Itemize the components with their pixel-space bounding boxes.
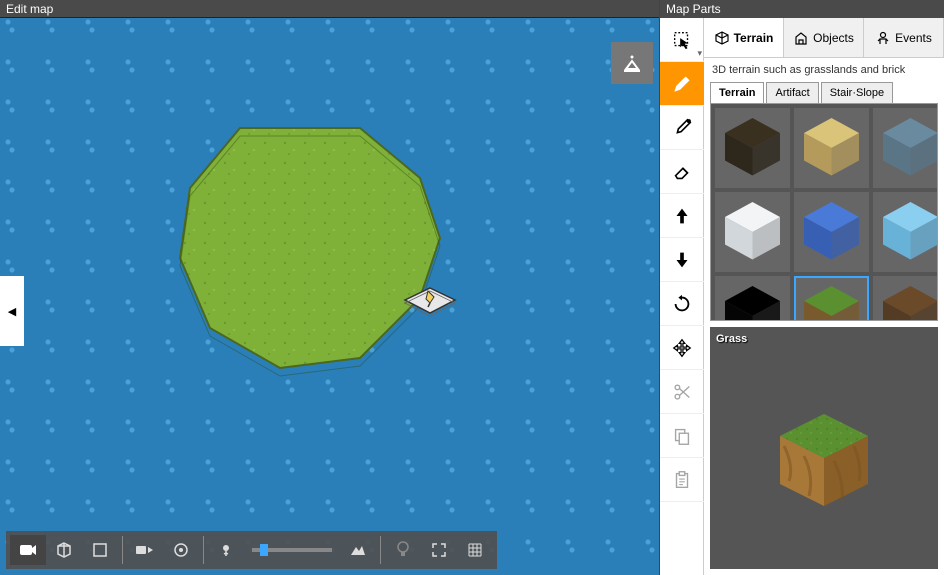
tile-grid-scroll[interactable] bbox=[710, 103, 938, 321]
tool-column: ▾ bbox=[660, 18, 704, 575]
tile-sand[interactable] bbox=[794, 108, 869, 188]
preview-tile-name: Grass bbox=[714, 331, 934, 347]
tile-snow[interactable] bbox=[715, 192, 790, 272]
tile-dirt[interactable] bbox=[873, 276, 938, 321]
zoom-slider[interactable] bbox=[252, 548, 332, 552]
eraser-tool[interactable] bbox=[660, 150, 704, 194]
left-drawer-handle[interactable]: ◀ bbox=[0, 276, 24, 346]
tab-terrain-label: Terrain bbox=[734, 31, 774, 45]
bottom-toolbar bbox=[6, 531, 497, 569]
fullscreen-button[interactable] bbox=[421, 535, 457, 565]
tile-grid bbox=[711, 104, 937, 321]
category-tabs: Terrain Objects Events bbox=[704, 18, 944, 58]
stamp-button[interactable] bbox=[611, 42, 653, 84]
edit-map-title: Edit map bbox=[0, 0, 659, 18]
tile-void[interactable] bbox=[715, 276, 790, 321]
grid-button[interactable] bbox=[457, 535, 493, 565]
subtab-stair-slope[interactable]: Stair·Slope bbox=[821, 82, 893, 103]
pencil-tool[interactable] bbox=[660, 62, 704, 106]
select-tool[interactable]: ▾ bbox=[660, 18, 704, 62]
mountain-button[interactable] bbox=[340, 535, 376, 565]
subtab-terrain[interactable]: Terrain bbox=[710, 82, 764, 103]
map-viewport[interactable]: ◀ bbox=[0, 18, 659, 575]
cursor-tile-indicator bbox=[400, 283, 460, 328]
tile-grass[interactable] bbox=[794, 276, 869, 321]
tile-stone[interactable] bbox=[873, 108, 938, 188]
lower-tool[interactable] bbox=[660, 238, 704, 282]
tab-events-label: Events bbox=[895, 31, 932, 45]
camera-move-button[interactable] bbox=[127, 535, 163, 565]
tile-preview: Grass bbox=[710, 327, 938, 569]
move-tool[interactable] bbox=[660, 326, 704, 370]
copy-tool[interactable] bbox=[660, 414, 704, 458]
camera-view-button[interactable] bbox=[10, 535, 46, 565]
preview-image bbox=[714, 347, 934, 565]
subtab-artifact[interactable]: Artifact bbox=[766, 82, 818, 103]
tab-events[interactable]: Events bbox=[864, 18, 944, 57]
square-view-button[interactable] bbox=[82, 535, 118, 565]
zoom-slider-handle[interactable] bbox=[260, 544, 268, 556]
flower-button[interactable] bbox=[208, 535, 244, 565]
terrain-island bbox=[160, 118, 460, 378]
raise-tool[interactable] bbox=[660, 194, 704, 238]
paste-tool[interactable] bbox=[660, 458, 704, 502]
cut-tool[interactable] bbox=[660, 370, 704, 414]
dropper-tool[interactable] bbox=[660, 106, 704, 150]
cube-view-button[interactable] bbox=[46, 535, 82, 565]
tab-objects-label: Objects bbox=[813, 31, 854, 45]
tab-objects[interactable]: Objects bbox=[784, 18, 864, 57]
tile-ice[interactable] bbox=[873, 192, 938, 272]
tab-terrain[interactable]: Terrain bbox=[704, 18, 784, 57]
tile-rock[interactable] bbox=[715, 108, 790, 188]
target-button[interactable] bbox=[163, 535, 199, 565]
category-description: 3D terrain such as grasslands and brick bbox=[704, 58, 944, 82]
bulb-button[interactable] bbox=[385, 535, 421, 565]
subtabs: Terrain Artifact Stair·Slope bbox=[704, 82, 944, 103]
rotate-tool[interactable] bbox=[660, 282, 704, 326]
map-parts-title: Map Parts bbox=[660, 0, 944, 18]
tile-water[interactable] bbox=[794, 192, 869, 272]
